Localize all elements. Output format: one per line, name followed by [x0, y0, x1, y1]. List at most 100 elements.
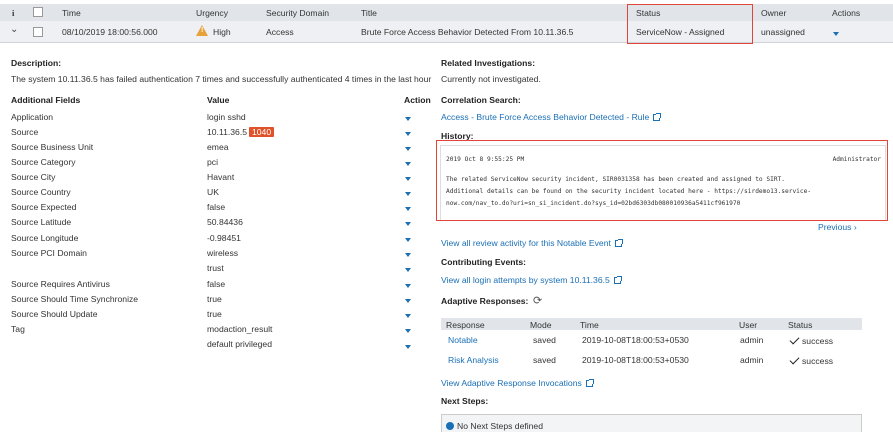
info-column-header: i	[12, 8, 15, 18]
field-action-dropdown[interactable]	[405, 173, 411, 183]
caret-down-icon[interactable]	[405, 207, 411, 211]
adaptive-invocations-link-text[interactable]: View Adaptive Response Invocations	[441, 378, 582, 388]
security-domain-value: Access	[266, 27, 294, 37]
caret-down-icon[interactable]	[405, 222, 411, 226]
description-label: Description:	[11, 58, 62, 68]
external-link-icon[interactable]	[614, 239, 623, 247]
event-title: Brute Force Access Behavior Detected Fro…	[361, 27, 574, 37]
table-header	[0, 4, 893, 21]
next-steps-message: No Next Steps defined	[446, 421, 543, 431]
history-highlight-box	[436, 140, 888, 221]
contributing-events-link[interactable]: View all login attempts by system 10.11.…	[441, 275, 622, 285]
field-action-dropdown[interactable]	[405, 295, 411, 305]
caret-down-icon[interactable]	[405, 299, 411, 303]
field-action-dropdown[interactable]	[405, 280, 411, 290]
caret-down-icon[interactable]	[405, 329, 411, 333]
adaptive-response-mode: saved	[533, 355, 556, 365]
caret-down-icon[interactable]	[405, 268, 411, 272]
column-header-time[interactable]: Time	[62, 8, 81, 18]
related-investigations-text: Currently not investigated.	[441, 74, 541, 84]
caret-down-icon[interactable]	[405, 284, 411, 288]
select-all-checkbox[interactable]	[33, 7, 43, 17]
urgency-value: High	[213, 27, 231, 37]
field-action-dropdown[interactable]	[405, 249, 411, 259]
status-text: success	[802, 356, 834, 366]
adaptive-response-link[interactable]: Risk Analysis	[448, 355, 499, 365]
previous-link-text[interactable]: Previous	[818, 222, 851, 232]
previous-link[interactable]: Previous ›	[818, 222, 857, 232]
review-activity-link-text[interactable]: View all review activity for this Notabl…	[441, 238, 611, 248]
caret-down-icon[interactable]	[833, 32, 839, 36]
column-header-security-domain[interactable]: Security Domain	[266, 8, 329, 18]
field-value: 10.11.36.5 1040	[207, 127, 275, 137]
field-action-dropdown[interactable]	[405, 234, 411, 244]
adaptive-header-mode: Mode	[530, 320, 552, 330]
caret-down-icon[interactable]	[405, 117, 411, 121]
column-header-urgency[interactable]: Urgency	[196, 8, 228, 18]
checkmark-icon	[789, 334, 800, 345]
caret-down-icon[interactable]	[405, 147, 411, 151]
value-header: Value	[207, 95, 230, 105]
adaptive-response-status: success	[789, 334, 834, 346]
adaptive-header-response: Response	[446, 320, 485, 330]
field-action-dropdown[interactable]	[405, 341, 411, 351]
field-value: emea	[207, 142, 229, 152]
caret-down-icon[interactable]	[405, 132, 411, 136]
field-action-dropdown[interactable]	[405, 113, 411, 123]
field-value: true	[207, 294, 222, 304]
adaptive-invocations-link[interactable]: View Adaptive Response Invocations	[441, 378, 594, 388]
column-header-owner[interactable]: Owner	[761, 8, 786, 18]
field-name: Application	[11, 112, 54, 122]
row-divider	[0, 42, 893, 43]
adaptive-response-link[interactable]: Notable	[448, 335, 478, 345]
field-action-dropdown[interactable]	[405, 218, 411, 228]
field-name: Source Longitude	[11, 233, 79, 243]
field-name: Tag	[11, 324, 25, 334]
review-activity-link[interactable]: View all review activity for this Notabl…	[441, 238, 623, 248]
refresh-icon[interactable]: ⟳	[533, 294, 542, 307]
external-link-icon[interactable]	[613, 276, 622, 284]
actions-dropdown[interactable]	[833, 28, 839, 38]
correlation-search-link-text[interactable]: Access - Brute Force Access Behavior Det…	[441, 112, 649, 122]
field-action-dropdown[interactable]	[405, 143, 411, 153]
field-action-dropdown[interactable]	[405, 310, 411, 320]
field-action-dropdown[interactable]	[405, 264, 411, 274]
caret-down-icon[interactable]	[405, 314, 411, 318]
adaptive-header-status: Status	[788, 320, 813, 330]
info-icon	[446, 422, 454, 430]
field-action-dropdown[interactable]	[405, 158, 411, 168]
correlation-search-label: Correlation Search:	[441, 95, 521, 105]
caret-down-icon[interactable]	[405, 177, 411, 181]
external-link-icon[interactable]	[653, 113, 662, 121]
caret-down-icon[interactable]	[405, 345, 411, 349]
field-name: Source Should Time Synchronize	[11, 294, 139, 304]
adaptive-responses-label: Adaptive Responses:	[441, 296, 529, 306]
field-action-dropdown[interactable]	[405, 188, 411, 198]
field-value: pci	[207, 157, 218, 167]
status-text: success	[802, 336, 834, 346]
checkmark-icon	[789, 354, 800, 365]
chevron-down-icon[interactable]: ⌄	[10, 24, 18, 35]
event-time: 08/10/2019 18:00:56.000	[62, 27, 158, 37]
caret-down-icon[interactable]	[405, 253, 411, 257]
field-action-dropdown[interactable]	[405, 128, 411, 138]
adaptive-response-status: success	[789, 354, 834, 366]
column-header-title[interactable]: Title	[361, 8, 377, 18]
caret-down-icon[interactable]	[405, 238, 411, 242]
contributing-events-link-text[interactable]: View all login attempts by system 10.11.…	[441, 275, 610, 285]
row-checkbox[interactable]	[33, 27, 43, 37]
adaptive-header-time: Time	[580, 320, 599, 330]
caret-down-icon[interactable]	[405, 192, 411, 196]
caret-down-icon[interactable]	[405, 162, 411, 166]
field-action-dropdown[interactable]	[405, 203, 411, 213]
field-action-dropdown[interactable]	[405, 325, 411, 335]
owner-value[interactable]: unassigned	[761, 27, 805, 37]
adaptive-header-user: User	[739, 320, 758, 330]
field-name: Source City	[11, 172, 56, 182]
correlation-search-link[interactable]: Access - Brute Force Access Behavior Det…	[441, 112, 662, 122]
field-value: UK	[207, 187, 219, 197]
field-value: default privileged	[207, 339, 272, 349]
field-value: login sshd	[207, 112, 246, 122]
external-link-icon[interactable]	[585, 379, 594, 387]
source-ip-value: 10.11.36.5	[207, 127, 247, 137]
